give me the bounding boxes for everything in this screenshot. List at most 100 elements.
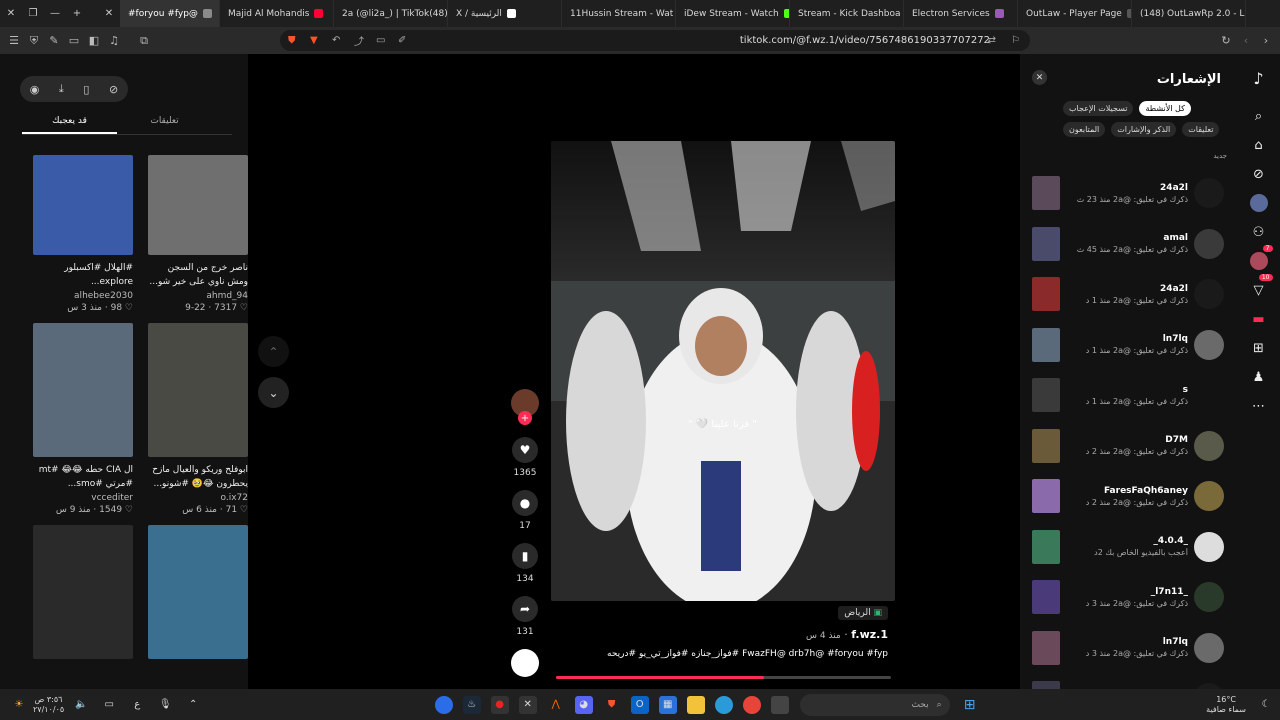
notification-video-thumbnail[interactable] xyxy=(1032,226,1060,261)
creator-avatar[interactable]: + xyxy=(511,389,539,425)
brave-icon[interactable]: ⛊ xyxy=(603,696,621,714)
video-username[interactable]: f.wz.1 xyxy=(851,628,888,641)
video-thumbnail[interactable] xyxy=(33,323,133,457)
share-icon[interactable]: ⤴ xyxy=(354,33,364,48)
user-avatar-icon[interactable]: 7 xyxy=(1249,245,1273,271)
avatar[interactable] xyxy=(1194,228,1224,259)
notification-video-thumbnail[interactable] xyxy=(1032,630,1060,665)
notification-video-thumbnail[interactable] xyxy=(1032,277,1060,312)
language-indicator[interactable]: ع xyxy=(128,696,146,714)
store-icon[interactable]: ▦ xyxy=(658,695,677,714)
video-thumbnail[interactable] xyxy=(148,155,248,255)
tray-chevron-icon[interactable]: ⌃ xyxy=(184,696,202,714)
notification-item[interactable]: 24a2l ذكرك في تعليق: @2a منذ 1 د xyxy=(1032,269,1224,320)
video-card[interactable]: ناصر خرج من السجن ومش ناوي على خير شو...… xyxy=(148,155,248,313)
notification-filter-chip[interactable]: تعليقات xyxy=(1182,122,1220,137)
avatar[interactable] xyxy=(1194,582,1224,613)
close-tab-icon[interactable]: ✕ xyxy=(98,8,120,19)
notification-item[interactable]: 24a2l xyxy=(1032,673,1224,689)
video-author[interactable]: vccediter xyxy=(33,493,133,503)
notification-username[interactable]: 24a2l xyxy=(1060,183,1188,193)
avatar[interactable] xyxy=(1194,380,1224,411)
video-thumbnail[interactable] xyxy=(33,525,133,659)
avatar[interactable] xyxy=(1194,531,1224,562)
notification-username[interactable]: _4.0.4_ xyxy=(1060,536,1188,546)
close-notifications-button[interactable]: ✕ xyxy=(1032,70,1047,85)
location-tag[interactable]: ▣ الرياض xyxy=(838,606,888,620)
notification-filter-chip[interactable]: المتابعون xyxy=(1063,122,1106,137)
notification-item[interactable]: ln7lq ذكرك في تعليق: @2a منذ 3 د xyxy=(1032,623,1224,674)
notification-item[interactable]: FaresFaQh6aney ذكرك في تعليق: @2a منذ 2 د xyxy=(1032,471,1224,522)
video-player[interactable]: " فزنا علينا 🤍 " xyxy=(551,141,895,601)
sidebar-icon[interactable]: ◧ xyxy=(84,34,104,47)
comment-button[interactable]: ● xyxy=(512,490,538,516)
avatar[interactable] xyxy=(1194,279,1224,310)
avatar[interactable] xyxy=(1194,178,1224,209)
video-thumbnail[interactable] xyxy=(33,155,133,255)
brave-shield-icon[interactable]: ⛊ xyxy=(288,35,296,46)
notification-username[interactable]: s xyxy=(1060,385,1188,395)
steam-icon[interactable]: ♨ xyxy=(462,695,481,714)
notification-item[interactable]: amal ذكرك في تعليق: @2a منذ 45 ث xyxy=(1032,219,1224,270)
video-card[interactable]: ال CIA حطه 😂😂 #mt #مرتي #smo... vccediter… xyxy=(33,323,133,515)
video-card[interactable] xyxy=(33,525,133,659)
notification-video-thumbnail[interactable] xyxy=(1032,327,1060,362)
edge-icon[interactable] xyxy=(714,695,733,714)
windows-start-icon[interactable]: ⊞ xyxy=(961,696,979,714)
moon-icon[interactable]: ☾ xyxy=(1257,696,1275,714)
notification-username[interactable]: D7M xyxy=(1060,435,1188,445)
browser-tab[interactable]: OutLaw - Player Page xyxy=(1018,0,1132,27)
tabs-icon[interactable]: ▭ xyxy=(64,34,84,47)
taskbar-search[interactable]: بحث ⌕ xyxy=(799,693,950,716)
following-icon[interactable]: ⚇ xyxy=(1249,222,1269,242)
notification-filter-chip[interactable]: كل الأنشطة xyxy=(1139,101,1191,116)
live-icon[interactable]: ♟ xyxy=(1249,367,1269,387)
brave-rewards-icon[interactable]: ▼ xyxy=(310,35,318,46)
notification-filter-chip[interactable]: تسجيلات الإعجاب xyxy=(1063,101,1134,116)
notification-username[interactable]: FaresFaQh6aney xyxy=(1060,486,1188,496)
new-tab-button[interactable]: + xyxy=(66,8,88,19)
notification-item[interactable]: _l7n11_ ذكرك في تعليق: @2a منذ 3 د xyxy=(1032,572,1224,623)
undo-icon[interactable]: ↶ xyxy=(332,35,340,46)
browser-tab[interactable]: Electron Services xyxy=(904,0,1018,27)
menu-icon[interactable]: ☰ xyxy=(4,34,24,47)
search-icon[interactable]: ⌕ xyxy=(1249,106,1269,126)
notification-video-thumbnail[interactable] xyxy=(1032,580,1060,615)
upload-icon[interactable]: ⊞ xyxy=(1249,338,1269,358)
previous-video-button[interactable]: ⌃ xyxy=(258,336,289,367)
app-icon-x[interactable]: ✕ xyxy=(518,695,537,714)
video-author[interactable]: alhebee2030 xyxy=(33,291,133,301)
forward-icon[interactable]: › xyxy=(1256,34,1276,47)
close-window-icon[interactable]: ✕ xyxy=(0,8,22,19)
volume-icon[interactable]: 🔈 xyxy=(72,696,90,714)
notification-video-thumbnail[interactable] xyxy=(1032,529,1060,564)
avatar[interactable] xyxy=(1194,632,1224,663)
screenshot-icon[interactable]: ⧉ xyxy=(134,34,154,48)
browser-tab[interactable]: 2a (@li2a_) | TikTok(48) xyxy=(334,0,448,27)
minimize-window-icon[interactable]: — xyxy=(44,8,66,19)
network-icon[interactable]: ▭ xyxy=(100,696,118,714)
sound-disc[interactable] xyxy=(511,649,539,677)
home-icon[interactable]: ⌂ xyxy=(1249,135,1269,155)
notification-item[interactable]: D7M ذكرك في تعليق: @2a منذ 2 د xyxy=(1032,421,1224,472)
music-icon[interactable]: ♫ xyxy=(104,34,124,47)
browser-tab[interactable]: iDew Stream - Watch xyxy=(676,0,790,27)
browser-tab[interactable]: #foryou #fyp@ xyxy=(120,0,220,27)
notification-item[interactable]: 24a2l ذكرك في تعليق: @2a منذ 23 ث xyxy=(1032,168,1224,219)
notification-video-thumbnail[interactable] xyxy=(1032,176,1060,211)
notification-video-thumbnail[interactable] xyxy=(1032,681,1060,689)
tiktok-logo-icon[interactable]: ♪ xyxy=(1249,68,1269,88)
video-author[interactable]: o.ix72 xyxy=(148,493,249,503)
notification-video-thumbnail[interactable] xyxy=(1032,378,1060,413)
notification-video-thumbnail[interactable] xyxy=(1032,479,1060,514)
edit-icon[interactable]: ✐ xyxy=(398,35,406,46)
pen-icon[interactable]: ✎ xyxy=(44,34,64,47)
share-button[interactable]: ➦ xyxy=(512,596,538,622)
clock[interactable]: ٣:٥٦ ص ٢٧/١٠/٠٥ xyxy=(33,695,64,715)
app-icon-red[interactable]: ● xyxy=(490,695,509,714)
notification-username[interactable]: ln7lq xyxy=(1060,334,1188,344)
phone-icon[interactable]: ▯ xyxy=(83,83,89,96)
like-button[interactable]: ♥ xyxy=(512,437,538,463)
download-icon[interactable]: ⤓ xyxy=(59,82,64,96)
avatar[interactable] xyxy=(1194,329,1224,360)
